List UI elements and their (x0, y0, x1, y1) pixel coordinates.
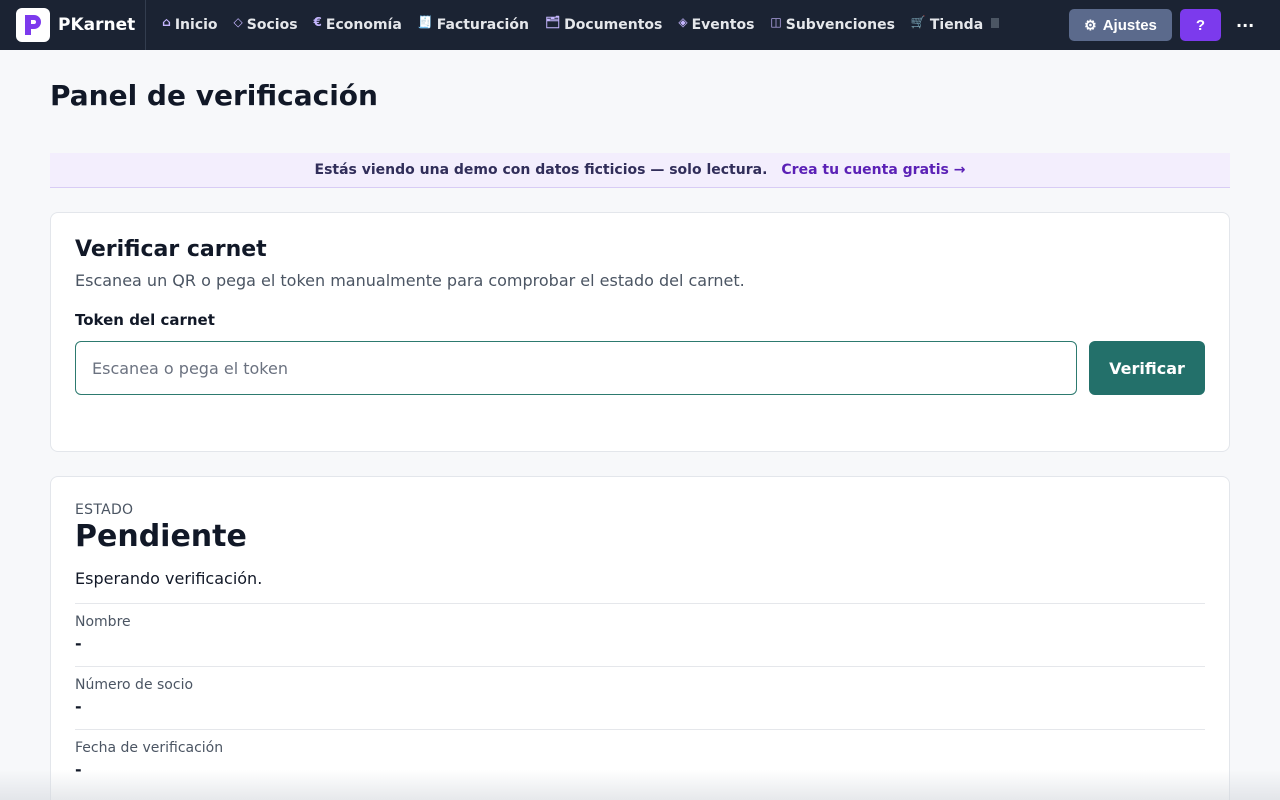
field-fecha-verificacion: Fecha de verificación - (75, 729, 1205, 779)
nav-item-label: Economía (325, 17, 402, 33)
verify-card: Verificar carnet Escanea un QR o pega el… (50, 212, 1230, 452)
field-label: Fecha de verificación (75, 740, 224, 756)
main-nav: ⌂ Inicio ◇ Socios € Economía 🧾 Facturaci… (146, 0, 1046, 50)
create-account-link[interactable]: Crea tu cuenta gratis → (781, 162, 965, 178)
verify-button[interactable]: Verificar (1089, 341, 1205, 395)
app-name: PKarnet (58, 15, 136, 35)
field-label: Nombre (75, 614, 131, 630)
more-menu-button[interactable]: ... (1236, 12, 1254, 31)
nav-item-inicio[interactable]: ⌂ Inicio (154, 0, 225, 50)
field-value: - (75, 697, 82, 716)
status-card: ESTADO Pendiente Esperando verificación.… (50, 476, 1230, 800)
nav-item-economia[interactable]: € Economía (306, 0, 410, 50)
settings-button[interactable]: ⚙ Ajustes (1069, 9, 1172, 41)
nav-item-subvenciones[interactable]: ◫ Subvenciones (762, 0, 903, 50)
token-field-label: Token del carnet (75, 311, 215, 329)
euro-icon: € (313, 15, 322, 29)
field-nombre: Nombre - (75, 603, 1205, 653)
settings-label: Ajustes (1102, 16, 1157, 34)
nav-item-label: Facturación (436, 17, 529, 33)
nav-item-label: Documentos (564, 17, 663, 33)
receipt-icon: 🧾 (417, 15, 433, 29)
nav-item-eventos[interactable]: ◈ Eventos (670, 0, 762, 50)
help-button[interactable]: ? (1180, 9, 1221, 41)
nav-item-label: Subvenciones (785, 17, 895, 33)
verify-card-title: Verificar carnet (75, 237, 267, 262)
field-value: - (75, 634, 82, 653)
nav-item-tienda[interactable]: 🛒 Tienda (903, 0, 991, 50)
field-value: - (75, 760, 82, 779)
field-label: Número de socio (75, 677, 194, 693)
nav-overflow-fade (991, 0, 1011, 50)
diamond-icon: ◇ (233, 15, 243, 29)
demo-banner-text: Estás viendo una demo con datos ficticio… (314, 162, 768, 178)
event-diamond-icon: ◈ (678, 15, 688, 29)
gear-icon: ⚙ (1084, 16, 1097, 33)
page-title: Panel de verificación (50, 79, 378, 112)
status-eyebrow: ESTADO (75, 502, 134, 518)
columns-icon: ◫ (770, 15, 782, 29)
nav-item-label: Socios (246, 17, 298, 33)
nav-item-facturacion[interactable]: 🧾 Facturación (410, 0, 537, 50)
top-navbar: PKarnet ⌂ Inicio ◇ Socios € Economía 🧾 F… (0, 0, 1280, 50)
nav-item-label: Tienda (929, 17, 984, 33)
status-value: Pendiente (75, 519, 247, 554)
nav-item-documentos[interactable]: 🗂 Documentos (537, 0, 670, 50)
nav-item-label: Inicio (174, 17, 218, 33)
app-logo-icon (16, 8, 50, 42)
demo-banner: Estás viendo una demo con datos ficticio… (50, 153, 1230, 188)
nav-item-socios[interactable]: ◇ Socios (226, 0, 306, 50)
token-input[interactable] (75, 341, 1077, 395)
nav-item-label: Eventos (691, 17, 755, 33)
field-numero-socio: Número de socio - (75, 666, 1205, 716)
status-description: Esperando verificación. (75, 569, 263, 588)
home-icon: ⌂ (162, 15, 171, 29)
brand[interactable]: PKarnet (0, 0, 147, 50)
folder-icon: 🗂 (544, 15, 561, 29)
verify-card-subtitle: Escanea un QR o pega el token manualment… (75, 271, 745, 290)
cart-icon: 🛒 (910, 15, 926, 29)
